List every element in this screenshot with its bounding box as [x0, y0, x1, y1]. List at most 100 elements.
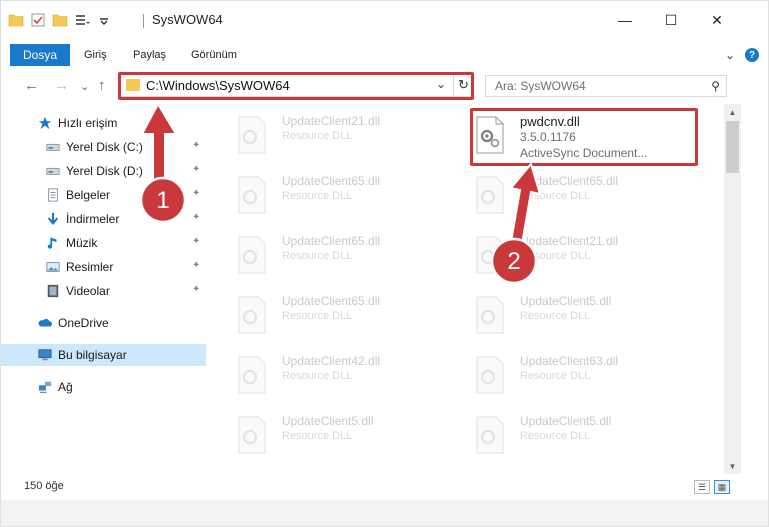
file-name: UpdateClient5.dll: [520, 414, 612, 428]
list-item[interactable]: UpdateClient65.dll Resource DLL: [228, 288, 458, 340]
list-item[interactable]: UpdateClient63.dll Resource DLL: [466, 348, 696, 400]
step-number-2: 2: [507, 248, 521, 275]
sidebar-item-network[interactable]: Ağ: [0, 376, 206, 398]
address-highlight-frame: [118, 72, 474, 100]
sidebar-item-videos[interactable]: Videolar ✦: [0, 280, 206, 302]
pin-icon[interactable]: ✦: [192, 236, 200, 247]
quick-access-toolbar: [8, 12, 112, 28]
sidebar-item-label: Bu bilgisayar: [58, 348, 127, 362]
arrow-up-icon: [140, 101, 178, 183]
help-icon[interactable]: ?: [745, 48, 759, 62]
drive-icon: [46, 143, 60, 151]
customize-toolbar-icon[interactable]: [74, 12, 90, 28]
list-item[interactable]: UpdateClient65.dll Resource DLL: [228, 228, 458, 280]
step-number-1: 1: [156, 187, 170, 214]
list-item[interactable]: UpdateClient65.dll Resource DLL: [228, 168, 458, 220]
network-icon: [38, 381, 52, 393]
sidebar-item-label: Yerel Disk (D:): [66, 164, 143, 178]
sidebar-item-label: Belgeler: [66, 188, 111, 202]
bottom-band: [0, 500, 769, 527]
scroll-down-button[interactable]: ▼: [724, 458, 741, 474]
file-type: Resource DLL: [520, 310, 591, 322]
folder-icon[interactable]: [8, 12, 24, 28]
file-type: Resource DLL: [282, 130, 353, 142]
dll-file-icon: [238, 116, 266, 154]
search-placeholder: Ara: SysWOW64: [495, 79, 586, 93]
sidebar-item-label: Hızlı erişim: [58, 116, 118, 130]
tab-view[interactable]: Görünüm: [191, 49, 237, 61]
view-toggle: ☰ ▦: [694, 480, 730, 494]
video-icon: [47, 284, 59, 298]
pin-icon[interactable]: ✦: [192, 284, 200, 295]
file-highlight-frame: [470, 108, 698, 166]
dll-file-icon: [238, 236, 266, 274]
dll-file-icon: [238, 296, 266, 334]
sidebar-item-label: İndirmeler: [66, 212, 120, 226]
tab-file[interactable]: Dosya: [10, 44, 70, 66]
file-type: Resource DLL: [520, 370, 591, 382]
up-button[interactable]: ↑: [98, 77, 106, 94]
file-type: Resource DLL: [282, 310, 353, 322]
vertical-scrollbar[interactable]: ▲ ▼: [724, 104, 741, 474]
new-folder-icon[interactable]: [52, 12, 68, 28]
pin-icon[interactable]: ✦: [192, 188, 200, 199]
sidebar-item-label: Videolar: [66, 284, 110, 298]
list-item[interactable]: UpdateClient5.dll Resource DLL: [466, 408, 696, 460]
file-type: Resource DLL: [282, 250, 353, 262]
pin-icon[interactable]: ✦: [192, 212, 200, 223]
sidebar-item-this-pc[interactable]: Bu bilgisayar: [0, 344, 206, 366]
search-icon[interactable]: ⚲: [711, 79, 720, 93]
download-icon: [47, 212, 59, 226]
cloud-icon: [38, 318, 52, 327]
scroll-thumb[interactable]: [726, 121, 739, 173]
arrow-up-icon: [509, 161, 542, 246]
back-button[interactable]: ←: [24, 77, 39, 94]
chevron-down-icon[interactable]: [96, 12, 112, 28]
maximize-button[interactable]: ☐: [648, 8, 694, 32]
file-name: UpdateClient42.dll: [282, 354, 381, 368]
sidebar-item-pictures[interactable]: Resimler ✦: [0, 256, 206, 278]
properties-icon[interactable]: [30, 12, 46, 28]
file-name: UpdateClient21.dll: [282, 114, 381, 128]
pin-icon[interactable]: ✦: [192, 260, 200, 271]
sidebar-item-label: OneDrive: [58, 316, 109, 330]
pin-icon[interactable]: ✦: [192, 140, 200, 151]
list-item[interactable]: UpdateClient21.dll Resource DLL: [228, 108, 458, 160]
file-name: UpdateClient65.dll: [282, 234, 381, 248]
file-type: Resource DLL: [282, 190, 353, 202]
title-separator: [143, 14, 144, 28]
chevron-down-icon[interactable]: ⌄: [725, 48, 735, 62]
dll-file-icon: [476, 356, 504, 394]
file-type: Resource DLL: [282, 430, 353, 442]
forward-button[interactable]: →: [54, 77, 69, 94]
sidebar-item-onedrive[interactable]: OneDrive: [0, 312, 206, 334]
file-name: UpdateClient63.dll: [520, 354, 619, 368]
sidebar-item-label: Resimler: [66, 260, 114, 274]
tab-share[interactable]: Paylaş: [133, 49, 166, 61]
tab-home[interactable]: Giriş: [84, 49, 107, 61]
sidebar-item-label: Müzik: [66, 236, 98, 250]
list-item[interactable]: UpdateClient5.dll Resource DLL: [228, 408, 458, 460]
sidebar-item-label: Ağ: [58, 380, 73, 394]
pin-icon[interactable]: ✦: [192, 164, 200, 175]
list-item[interactable]: UpdateClient5.dll Resource DLL: [466, 288, 696, 340]
star-icon: [38, 116, 52, 130]
status-bar: 150 öğe ☰ ▦: [0, 474, 769, 500]
sidebar-item-music[interactable]: Müzik ✦: [0, 232, 206, 254]
file-type: Resource DLL: [520, 430, 591, 442]
close-button[interactable]: ✕: [694, 8, 740, 32]
search-input[interactable]: Ara: SysWOW64 ⚲: [485, 75, 727, 97]
music-icon: [47, 237, 57, 249]
details-view-icon[interactable]: ☰: [694, 480, 710, 494]
dll-file-icon: [476, 416, 504, 454]
file-name: UpdateClient5.dll: [520, 294, 612, 308]
sidebar-item-label: Yerel Disk (C:): [66, 140, 143, 154]
ribbon-controls: ⌄ ?: [725, 48, 759, 62]
file-name: UpdateClient5.dll: [282, 414, 374, 428]
minimize-button[interactable]: —: [602, 8, 648, 32]
large-icons-view-icon[interactable]: ▦: [714, 480, 730, 494]
drive-icon: [46, 167, 60, 175]
recent-locations-button[interactable]: ⌄: [80, 80, 89, 93]
scroll-up-button[interactable]: ▲: [724, 104, 741, 120]
list-item[interactable]: UpdateClient42.dll Resource DLL: [228, 348, 458, 400]
